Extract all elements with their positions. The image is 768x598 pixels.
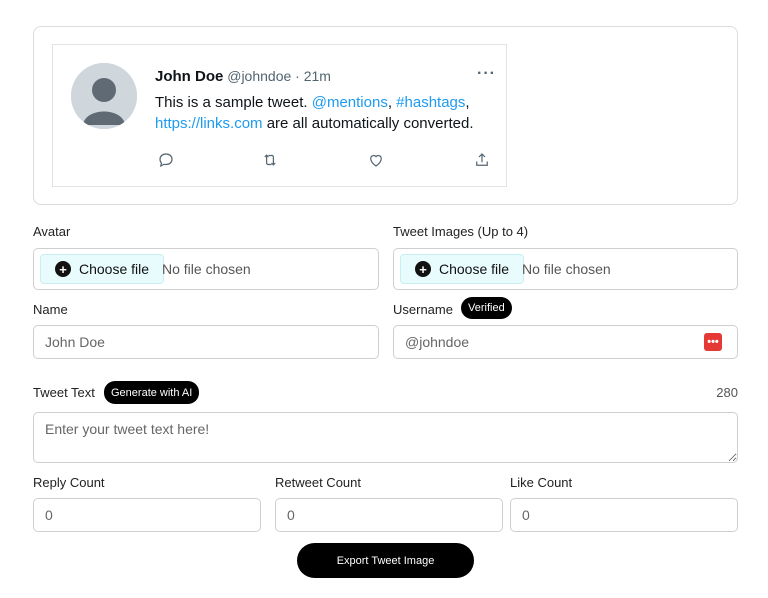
avatar <box>71 63 137 129</box>
tweet-text-part: This is a sample tweet. <box>155 94 312 111</box>
share-icon[interactable] <box>473 151 491 169</box>
person-icon <box>71 63 137 129</box>
tweet-time: 21m <box>303 68 331 84</box>
name-input[interactable] <box>33 325 379 359</box>
generate-ai-button[interactable]: Generate with AI <box>104 381 200 404</box>
tweet-handle: @johndoe <box>227 68 292 84</box>
tweet-mentions[interactable]: @mentions <box>312 94 388 111</box>
plus-icon: + <box>415 261 431 277</box>
retweet-count-input[interactable] <box>275 498 503 532</box>
avatar-choose-file-button[interactable]: + Choose file <box>40 254 165 284</box>
choose-file-label: Choose file <box>79 261 150 277</box>
images-file-status: No file chosen <box>522 261 611 277</box>
char-counter: 280 <box>716 385 738 400</box>
tweet-header: John Doe @johndoe · 21m <box>155 68 331 85</box>
tweet-text-input[interactable] <box>33 412 738 463</box>
tweet-images-file-input[interactable]: + Choose file No file chosen <box>393 248 738 290</box>
tweet-actions <box>155 151 493 171</box>
plus-icon: + <box>55 261 71 277</box>
tweet-images-label: Tweet Images (Up to 4) <box>393 224 529 239</box>
avatar-label: Avatar <box>33 224 71 239</box>
name-label: Name <box>33 302 68 317</box>
reply-count-input[interactable] <box>33 498 261 532</box>
tweet-text: This is a sample tweet. @mentions, #hash… <box>155 92 485 134</box>
like-icon[interactable] <box>367 151 385 169</box>
reply-count-label: Reply Count <box>33 475 105 490</box>
tweet-separator: · <box>291 68 304 84</box>
tweet-preview: John Doe @johndoe · 21m ··· This is a sa… <box>52 44 507 187</box>
tweet-comma: , <box>465 94 470 111</box>
images-choose-file-button[interactable]: + Choose file <box>400 254 525 284</box>
avatar-file-status: No file chosen <box>162 261 251 277</box>
retweet-count-label: Retweet Count <box>275 475 361 490</box>
like-count-input[interactable] <box>510 498 738 532</box>
username-input[interactable] <box>393 325 738 359</box>
like-count-label: Like Count <box>510 475 573 490</box>
verified-toggle[interactable]: Verified <box>461 297 512 319</box>
tweet-comma: , <box>387 94 397 111</box>
tweet-link[interactable]: https://links.com <box>155 115 263 132</box>
password-manager-icon[interactable]: ••• <box>704 333 722 351</box>
more-icon[interactable]: ··· <box>477 65 496 83</box>
reply-icon[interactable] <box>157 151 175 169</box>
tweet-author-name: John Doe <box>155 68 224 85</box>
tweet-text-part: are all automatically converted. <box>262 115 474 132</box>
export-tweet-image-button[interactable]: Export Tweet Image <box>297 543 474 578</box>
tweet-text-label: Tweet Text <box>33 385 95 400</box>
avatar-file-input[interactable]: + Choose file No file chosen <box>33 248 379 290</box>
retweet-icon[interactable] <box>261 151 279 169</box>
choose-file-label: Choose file <box>439 261 510 277</box>
tweet-hashtags[interactable]: #hashtags <box>396 94 465 111</box>
username-label: Username <box>393 302 453 317</box>
